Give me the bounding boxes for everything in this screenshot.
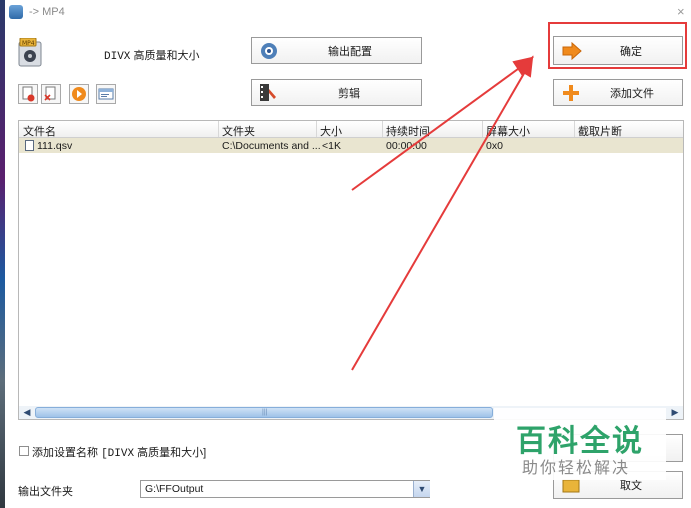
column-divider[interactable] [482,121,483,137]
remove-file-button[interactable] [18,84,38,104]
output-folder-select[interactable]: G:\FFOutput ▼ [140,480,430,498]
output-config-button[interactable]: 输出配置 [251,37,422,64]
watermark-subtitle: 助你轻松解决 [522,460,631,477]
document-delete-icon [44,86,56,101]
add-name-code: [DIVX [101,448,135,460]
column-divider[interactable] [218,121,219,137]
output-folder-value: G:\FFOutput [145,483,204,495]
output-folder-label: 输出文件夹 [18,486,73,498]
annotation-arrowhead [518,55,534,78]
table-row[interactable]: 111.qsv C:\Documents and ... <1K 00:00:0… [19,138,683,153]
col-header[interactable]: 截取片断 [578,123,622,139]
add-file-button[interactable]: 添加文件 [553,79,683,106]
annotation-arrowhead [512,56,535,76]
window-title: -> MP4 [29,6,65,18]
desktop-edge [0,0,5,508]
table-header: 文件名 文件夹 大小 持续时间 屏幕大小 截取片断 [19,121,683,138]
add-file-label: 添加文件 [610,87,654,100]
app-icon [9,5,23,19]
scroll-right-icon[interactable]: ▶ [669,407,681,418]
edit-label: 剪辑 [338,87,360,100]
file-table[interactable]: 文件名 文件夹 大小 持续时间 屏幕大小 截取片断 111.qsv C:\Doc… [18,120,684,420]
cell-duration: 00:00:00 [386,140,427,152]
add-name-text: 添加设置名称 [32,447,98,459]
cell-size: <1K [322,140,341,152]
profile-name: DIVX 高质量和大小 [104,47,199,63]
chevron-down-icon[interactable]: ▼ [413,481,430,497]
edit-button[interactable]: 剪辑 [251,79,422,106]
profile-name-code: DIVX [104,51,131,63]
grip-icon: ||| [262,409,268,416]
watermark: 百科全说 助你轻松解决 [494,408,666,480]
info-window-icon [98,88,114,100]
play-icon [72,87,86,101]
info-button[interactable] [96,84,116,104]
output-config-label: 输出配置 [328,45,372,58]
svg-text:MP4: MP4 [22,40,35,47]
scrollbar-thumb[interactable]: ||| [35,407,493,418]
add-name-label[interactable]: 添加设置名称 [DIVX 高质量和大小] [32,444,206,460]
scroll-left-icon[interactable]: ◀ [21,407,33,418]
cell-screen: 0x0 [486,140,503,152]
profile-name-text: 高质量和大小 [133,50,200,62]
play-button[interactable] [69,84,89,104]
add-name-checkbox[interactable] [19,446,29,456]
column-divider[interactable] [382,121,383,137]
arrow-right-icon [562,42,582,60]
mp4-profile-icon: MP4 [18,37,44,68]
ok-label: 确定 [620,45,642,58]
column-divider[interactable] [574,121,575,137]
column-divider[interactable] [316,121,317,137]
col-header[interactable]: 持续时间 [386,123,430,139]
document-remove-icon [22,86,35,102]
col-header[interactable]: 屏幕大小 [486,123,530,139]
cell-name: 111.qsv [37,140,73,152]
col-header[interactable]: 文件夹 [222,123,255,139]
close-icon[interactable]: × [677,4,685,19]
col-header[interactable]: 文件名 [23,123,56,139]
add-name-profile: 高质量和大小] [137,447,207,459]
clear-list-button[interactable] [41,84,61,104]
file-icon [25,140,34,151]
plus-icon [563,85,579,101]
cell-folder: C:\Documents and ... [222,140,321,152]
ok-button[interactable]: 确定 [553,36,683,65]
cancel-icon [562,479,580,493]
film-edit-icon [260,84,276,101]
col-header[interactable]: 大小 [320,123,342,139]
gear-icon [261,43,277,59]
